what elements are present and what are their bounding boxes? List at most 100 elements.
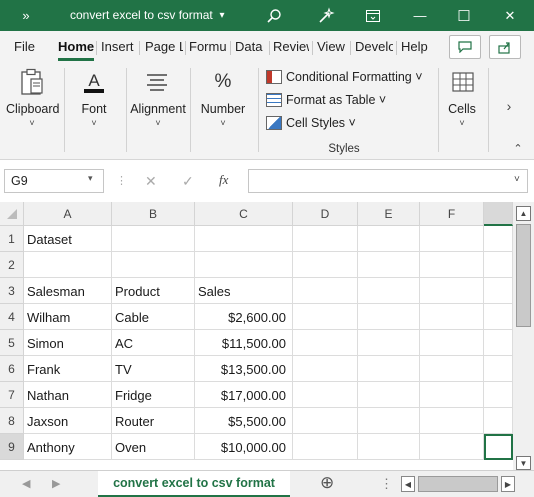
alignment-group[interactable]: Alignment ˅ [128,62,188,160]
cell-f5[interactable] [420,330,484,356]
cell-e9[interactable] [358,434,420,460]
comments-button[interactable] [449,35,481,59]
cell-e2[interactable] [358,252,420,278]
column-header-d[interactable]: D [293,202,358,226]
scroll-thumb[interactable] [516,224,531,327]
cell-styles-button[interactable]: Cell Styles ˅ [266,113,356,133]
cell-g9[interactable] [484,434,513,460]
cancel-icon[interactable]: ✕ [145,173,157,190]
cell-c9[interactable]: $10,000.00 [195,434,293,460]
close-button[interactable]: ✕ [490,0,530,31]
tab-help[interactable]: Help [401,39,433,54]
horizontal-scroll-thumb[interactable] [418,476,498,492]
tab-data[interactable]: Data [235,39,267,54]
insert-function-icon[interactable]: fx [219,172,228,188]
cell-b9[interactable]: Oven [112,434,195,460]
new-sheet-icon[interactable]: ⊕ [320,473,334,493]
row-header-5[interactable]: 5 [0,330,24,356]
cell-d7[interactable] [293,382,358,408]
cell-d9[interactable] [293,434,358,460]
cell-g8[interactable] [484,408,513,434]
ribbon-scroll-right-icon[interactable]: › [494,98,524,114]
cell-c5[interactable]: $11,500.00 [195,330,293,356]
column-header-g[interactable] [484,202,513,226]
cell-g3[interactable] [484,278,513,304]
cell-b8[interactable]: Router [112,408,195,434]
cell-e5[interactable] [358,330,420,356]
column-header-c[interactable]: C [195,202,293,226]
cell-f3[interactable] [420,278,484,304]
enter-icon[interactable]: ✓ [182,173,194,190]
cell-b4[interactable]: Cable [112,304,195,330]
cell-g1[interactable] [484,226,513,252]
scroll-up-icon[interactable]: ▲ [516,206,531,221]
cell-c1[interactable] [195,226,293,252]
cell-a1[interactable]: Dataset [24,226,112,252]
clipboard-group[interactable]: Clipboard ˅ [0,62,62,160]
cell-e6[interactable] [358,356,420,382]
cell-f7[interactable] [420,382,484,408]
cell-g2[interactable] [484,252,513,278]
tab-page-layout[interactable]: Page L [145,39,183,54]
hscroll-left-icon[interactable]: ◀ [401,476,415,492]
quick-access-more-icon[interactable]: » [10,0,42,31]
cell-b1[interactable] [112,226,195,252]
collapse-ribbon-icon[interactable]: ⌃ [510,142,526,155]
tab-insert[interactable]: Insert [101,39,137,54]
cell-d8[interactable] [293,408,358,434]
vertical-scrollbar[interactable]: ▲ ▼ [513,202,534,470]
magic-wand-icon[interactable] [310,0,342,31]
cell-a3[interactable]: Salesman [24,278,112,304]
cell-b2[interactable] [112,252,195,278]
minimize-button[interactable]: — [402,0,438,31]
cell-d5[interactable] [293,330,358,356]
cell-a9[interactable]: Anthony [24,434,112,460]
cell-b5[interactable]: AC [112,330,195,356]
sheet-tab-active[interactable]: convert excel to csv format [98,471,290,497]
cell-e4[interactable] [358,304,420,330]
format-as-table-button[interactable]: Format as Table ˅ [266,90,386,110]
cell-e1[interactable] [358,226,420,252]
tab-formulas[interactable]: Formu [189,39,227,54]
search-icon[interactable] [258,0,290,31]
tab-view[interactable]: View [317,39,349,54]
column-header-a[interactable]: A [24,202,112,226]
cell-f1[interactable] [420,226,484,252]
cell-a6[interactable]: Frank [24,356,112,382]
scroll-down-icon[interactable]: ▼ [516,456,531,470]
row-header-6[interactable]: 6 [0,356,24,382]
tab-review[interactable]: Review [273,39,309,54]
title-dropdown-icon[interactable]: ▾ [212,0,232,31]
cell-a5[interactable]: Simon [24,330,112,356]
cell-f8[interactable] [420,408,484,434]
cell-d4[interactable] [293,304,358,330]
cell-f4[interactable] [420,304,484,330]
font-group[interactable]: A Font ˅ [66,62,124,160]
cell-c4[interactable]: $2,600.00 [195,304,293,330]
row-header-9[interactable]: 9 [0,434,24,460]
cell-b6[interactable]: TV [112,356,195,382]
cell-b7[interactable]: Fridge [112,382,195,408]
column-header-e[interactable]: E [358,202,420,226]
row-header-7[interactable]: 7 [0,382,24,408]
number-group[interactable]: % Number ˅ [192,62,254,160]
cell-c2[interactable] [195,252,293,278]
expand-formula-bar-icon[interactable]: ˅ [514,174,520,185]
cell-g6[interactable] [484,356,513,382]
cell-a4[interactable]: Wilham [24,304,112,330]
cell-g4[interactable] [484,304,513,330]
row-header-1[interactable]: 1 [0,226,24,252]
cell-f2[interactable] [420,252,484,278]
cells-group[interactable]: Cells ˅ [440,62,484,160]
cell-f9[interactable] [420,434,484,460]
cell-d1[interactable] [293,226,358,252]
name-box-dropdown-icon[interactable]: ▾ [88,173,93,184]
cell-e8[interactable] [358,408,420,434]
cell-c6[interactable]: $13,500.00 [195,356,293,382]
tab-developer[interactable]: Develo [355,39,393,54]
cell-e3[interactable] [358,278,420,304]
tab-home[interactable]: Home [58,39,94,54]
cell-c3[interactable]: Sales [195,278,293,304]
row-header-3[interactable]: 3 [0,278,24,304]
cell-d2[interactable] [293,252,358,278]
